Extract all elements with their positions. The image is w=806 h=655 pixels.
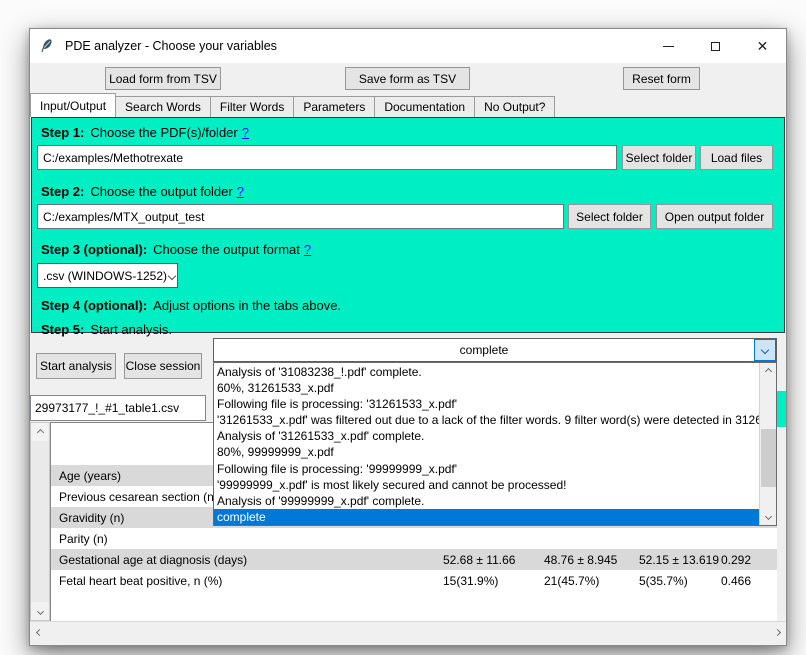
table-row: Parity (n)	[51, 528, 777, 549]
log-list-item[interactable]: Following file is processing: '99999999_…	[214, 461, 759, 477]
close-button[interactable]: ✕	[739, 29, 786, 63]
table-horizontal-scrollbar[interactable]	[30, 621, 786, 642]
step2-select-folder-button[interactable]: Select folder	[568, 204, 651, 229]
log-list-item[interactable]: Following file is processing: '31261533_…	[214, 396, 759, 412]
log-list-item[interactable]: 60%, 31261533_x.pdf	[214, 380, 759, 396]
table-row: Fetal heart beat positive, n (%)15(31.9%…	[51, 570, 777, 591]
status-combobox[interactable]: complete	[213, 338, 777, 362]
app-window: PDE analyzer - Choose your variables ✕ L…	[29, 28, 787, 646]
step1-help-link[interactable]: ?	[242, 125, 249, 140]
status-dropdown-list[interactable]: Analysis of '31083238_!.pdf' complete. 6…	[213, 362, 777, 526]
scroll-up-icon[interactable]	[31, 423, 49, 441]
maximize-button[interactable]	[692, 29, 739, 63]
output-file-list-item[interactable]: 29973177_!_#1_table1.csv	[30, 395, 206, 421]
log-list-item[interactable]: '31261533_x.pdf' was filtered out due to…	[214, 412, 759, 428]
tab-filter-words[interactable]: Filter Words	[210, 96, 294, 117]
minimize-button[interactable]	[645, 29, 692, 63]
open-output-folder-button[interactable]: Open output folder	[656, 204, 773, 229]
step2-help-link[interactable]: ?	[237, 184, 244, 199]
step1-select-folder-button[interactable]: Select folder	[622, 145, 696, 170]
input-output-panel: Step 1:Choose the PDF(s)/folder? C:/exam…	[31, 117, 785, 333]
log-list-item[interactable]: '99999999_x.pdf' is most likely secured …	[214, 477, 759, 493]
chevron-down-icon[interactable]	[167, 273, 177, 279]
step5-label: Step 5:Start analysis.	[41, 322, 172, 337]
tab-documentation[interactable]: Documentation	[374, 96, 475, 117]
scroll-down-icon[interactable]	[31, 602, 49, 620]
output-format-value: .csv (WINDOWS-1252)	[38, 269, 167, 283]
log-list-item[interactable]: Analysis of '99999999_x.pdf' complete.	[214, 493, 759, 509]
dropdown-scrollbar[interactable]	[759, 363, 776, 525]
reset-form-button[interactable]: Reset form	[623, 67, 700, 90]
status-value: complete	[214, 339, 754, 361]
start-analysis-button[interactable]: Start analysis	[36, 353, 116, 379]
right-vertical-scrollbar[interactable]	[777, 363, 786, 613]
pdf-folder-input[interactable]: C:/examples/Methotrexate	[37, 145, 617, 170]
title-bar[interactable]: PDE analyzer - Choose your variables ✕	[30, 29, 786, 63]
output-format-combobox[interactable]: .csv (WINDOWS-1252)	[37, 263, 178, 288]
scroll-down-icon[interactable]	[760, 508, 776, 525]
log-list-item[interactable]: 80%, 99999999_x.pdf	[214, 444, 759, 460]
load-form-button[interactable]: Load form from TSV	[105, 67, 221, 90]
log-list-item[interactable]: Analysis of '31261533_x.pdf' complete.	[214, 428, 759, 444]
step2-label: Step 2:Choose the output folder?	[41, 184, 244, 199]
step1-label: Step 1:Choose the PDF(s)/folder?	[41, 125, 249, 140]
save-form-button[interactable]: Save form as TSV	[345, 67, 470, 90]
tab-search-words[interactable]: Search Words	[115, 96, 211, 117]
scrollbar-thumb[interactable]	[777, 391, 786, 427]
python-feather-icon	[39, 38, 55, 54]
step3-label: Step 3 (optional):Choose the output form…	[41, 242, 311, 257]
step3-help-link[interactable]: ?	[304, 242, 311, 257]
desktop: PDE analyzer - Choose your variables ✕ L…	[0, 0, 806, 655]
scrollbar-thumb[interactable]	[761, 429, 776, 487]
log-list-item[interactable]: Analysis of '31083238_!.pdf' complete.	[214, 364, 759, 380]
table-vertical-scrollbar[interactable]	[30, 422, 50, 621]
load-files-button[interactable]: Load files	[700, 145, 773, 170]
scroll-right-icon[interactable]	[768, 622, 786, 643]
form-toolbar: Load form from TSV Save form as TSV Rese…	[30, 63, 786, 93]
log-list-item-selected[interactable]: complete	[214, 509, 759, 525]
chevron-down-icon[interactable]	[754, 339, 776, 361]
tab-input-output[interactable]: Input/Output	[30, 93, 116, 117]
tab-parameters[interactable]: Parameters	[293, 96, 375, 117]
tab-no-output[interactable]: No Output?	[474, 96, 555, 117]
window-title: PDE analyzer - Choose your variables	[65, 39, 277, 53]
scroll-up-icon[interactable]	[760, 363, 776, 380]
table-row: Gestational age at diagnosis (days)52.68…	[51, 549, 777, 570]
output-folder-input[interactable]: C:/examples/MTX_output_test	[37, 204, 564, 229]
close-session-button[interactable]: Close session	[124, 353, 202, 379]
scroll-left-icon[interactable]	[30, 622, 48, 643]
step4-label: Step 4 (optional):Adjust options in the …	[41, 298, 341, 313]
tab-bar: Input/Output Search Words Filter Words P…	[30, 93, 786, 117]
